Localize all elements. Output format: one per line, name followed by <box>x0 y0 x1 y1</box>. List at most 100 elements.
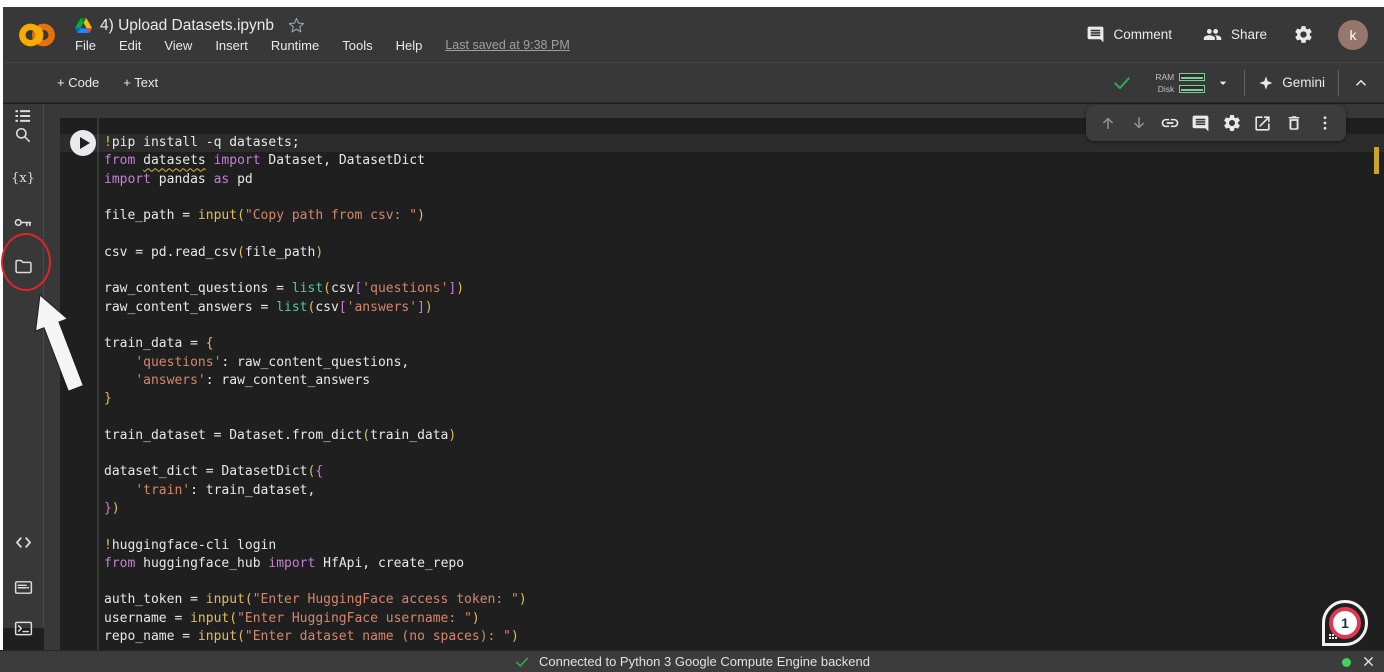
notebook-gutter <box>44 104 60 650</box>
chevron-up-icon <box>1352 74 1370 92</box>
code-line[interactable]: auth_token = input("Enter HuggingFace ac… <box>60 591 1384 609</box>
code-line[interactable] <box>60 225 1384 243</box>
move-cell-up-button[interactable] <box>1094 108 1121 138</box>
code-line[interactable]: 'train': train_dataset, <box>60 482 1384 500</box>
gear-icon <box>1293 24 1314 45</box>
code-line[interactable]: repo_name = input("Enter dataset name (n… <box>60 628 1384 646</box>
sidebar-item-code-snippets[interactable] <box>3 530 43 554</box>
move-cell-down-button[interactable] <box>1125 108 1152 138</box>
folder-icon <box>13 256 34 277</box>
connected-check-icon <box>514 654 530 670</box>
drive-icon <box>75 18 92 33</box>
header: 4) Upload Datasets.ipynb File Edit View Ins… <box>3 7 1384 62</box>
add-text-button[interactable]: + Text <box>123 75 158 90</box>
code-line[interactable]: file_path = input("Copy path from csv: "… <box>60 207 1384 225</box>
code-line[interactable] <box>60 445 1384 463</box>
menu-bar: File Edit View Insert Runtime Tools Help Last s… <box>75 38 570 53</box>
comment-button[interactable]: Comment <box>1086 25 1172 44</box>
code-line[interactable]: }) <box>60 500 1384 518</box>
open-in-tab-button[interactable] <box>1249 108 1276 138</box>
code-line[interactable]: username = input("Enter HuggingFace user… <box>60 610 1384 628</box>
share-button[interactable]: Share <box>1202 25 1267 44</box>
add-comment-button[interactable] <box>1187 108 1214 138</box>
code-line[interactable] <box>60 317 1384 335</box>
connected-check-icon <box>1112 73 1132 93</box>
code-line[interactable]: train_dataset = Dataset.from_dict(train_… <box>60 427 1384 445</box>
sidebar-item-secrets[interactable] <box>3 210 43 234</box>
code-line[interactable]: raw_content_answers = list(csv['answers'… <box>60 299 1384 317</box>
code-line[interactable]: 'questions': raw_content_questions, <box>60 354 1384 372</box>
code-area[interactable]: !pip install -q datasets;from datasets i… <box>60 134 1384 646</box>
annotation-marker-number: 1 <box>1329 607 1361 639</box>
sparkle-icon <box>1258 75 1274 91</box>
overview-ruler-warning-marker <box>1374 147 1379 174</box>
share-label: Share <box>1231 27 1267 42</box>
notebook-title[interactable]: 4) Upload Datasets.ipynb <box>100 17 274 35</box>
command-palette-icon <box>13 577 34 598</box>
status-bar: Connected to Python 3 Google Compute Eng… <box>0 650 1384 672</box>
menu-help[interactable]: Help <box>396 38 423 53</box>
gemini-button[interactable]: Gemini <box>1258 75 1325 91</box>
ram-gauge <box>1179 73 1205 81</box>
sidebar-item-variables[interactable]: {x} <box>3 166 43 190</box>
code-line[interactable]: raw_content_questions = list(csv['questi… <box>60 280 1384 298</box>
annotation-marker-dots <box>1329 637 1331 639</box>
title-block: 4) Upload Datasets.ipynb File Edit View Ins… <box>75 17 570 53</box>
menu-edit[interactable]: Edit <box>119 38 141 53</box>
share-people-icon <box>1202 25 1223 44</box>
last-saved-link[interactable]: Last saved at 9:38 PM <box>445 38 569 52</box>
status-green-dot <box>1342 658 1351 667</box>
left-sidebar: {x} <box>3 104 44 628</box>
code-line[interactable]: } <box>60 390 1384 408</box>
settings-button[interactable] <box>1293 24 1314 45</box>
open-in-tab-icon <box>1253 114 1272 133</box>
code-line[interactable] <box>60 189 1384 207</box>
collapse-toolbar-button[interactable] <box>1352 74 1370 92</box>
menu-view[interactable]: View <box>164 38 192 53</box>
code-line[interactable]: 'answers': raw_content_answers <box>60 372 1384 390</box>
code-line[interactable]: import pandas as pd <box>60 171 1384 189</box>
avatar-letter: k <box>1350 27 1357 43</box>
add-code-label: + Code <box>57 75 99 90</box>
code-line[interactable] <box>60 262 1384 280</box>
gemini-label: Gemini <box>1282 75 1325 90</box>
menu-runtime[interactable]: Runtime <box>271 38 319 53</box>
colab-logo-icon <box>17 21 57 49</box>
disk-gauge <box>1179 85 1205 93</box>
menu-file[interactable]: File <box>75 38 96 53</box>
code-line[interactable]: train_data = { <box>60 335 1384 353</box>
colab-logo[interactable] <box>17 21 57 49</box>
code-line[interactable]: csv = pd.read_csv(file_path) <box>60 244 1384 262</box>
menu-tools[interactable]: Tools <box>342 38 372 53</box>
add-code-button[interactable]: + Code <box>57 75 99 90</box>
star-icon[interactable] <box>288 17 305 34</box>
avatar[interactable]: k <box>1338 20 1368 50</box>
menu-insert[interactable]: Insert <box>215 38 248 53</box>
code-line[interactable]: !huggingface-cli login <box>60 537 1384 555</box>
run-cell-button[interactable] <box>70 130 96 156</box>
notebook-area: !pip install -q datasets;from datasets i… <box>60 104 1384 650</box>
code-line[interactable]: from datasets import Dataset, DatasetDic… <box>60 152 1384 170</box>
runtime-dropdown-caret[interactable] <box>1215 75 1231 91</box>
sidebar-item-command-palette[interactable] <box>3 575 43 599</box>
delete-cell-button[interactable] <box>1280 108 1307 138</box>
search-icon <box>13 125 33 145</box>
code-line[interactable]: from huggingface_hub import HfApi, creat… <box>60 555 1384 573</box>
resource-monitor[interactable]: RAM Disk <box>1148 72 1205 94</box>
code-line[interactable]: dataset_dict = DatasetDict({ <box>60 463 1384 481</box>
code-line[interactable] <box>60 408 1384 426</box>
sidebar-item-files[interactable] <box>3 254 43 278</box>
copy-cell-link-button[interactable] <box>1156 108 1183 138</box>
comment-label: Comment <box>1113 27 1172 42</box>
sidebar-item-search[interactable] <box>3 123 43 147</box>
code-line[interactable] <box>60 573 1384 591</box>
comment-icon <box>1191 114 1210 133</box>
toolbar-divider <box>1338 70 1339 96</box>
code-line[interactable] <box>60 518 1384 536</box>
link-icon <box>1160 113 1180 133</box>
close-status-button[interactable] <box>1361 654 1376 669</box>
more-actions-button[interactable] <box>1311 108 1338 138</box>
sidebar-item-terminal[interactable] <box>3 616 43 640</box>
code-cell[interactable]: !pip install -q datasets;from datasets i… <box>60 118 1384 650</box>
cell-settings-button[interactable] <box>1218 108 1245 138</box>
